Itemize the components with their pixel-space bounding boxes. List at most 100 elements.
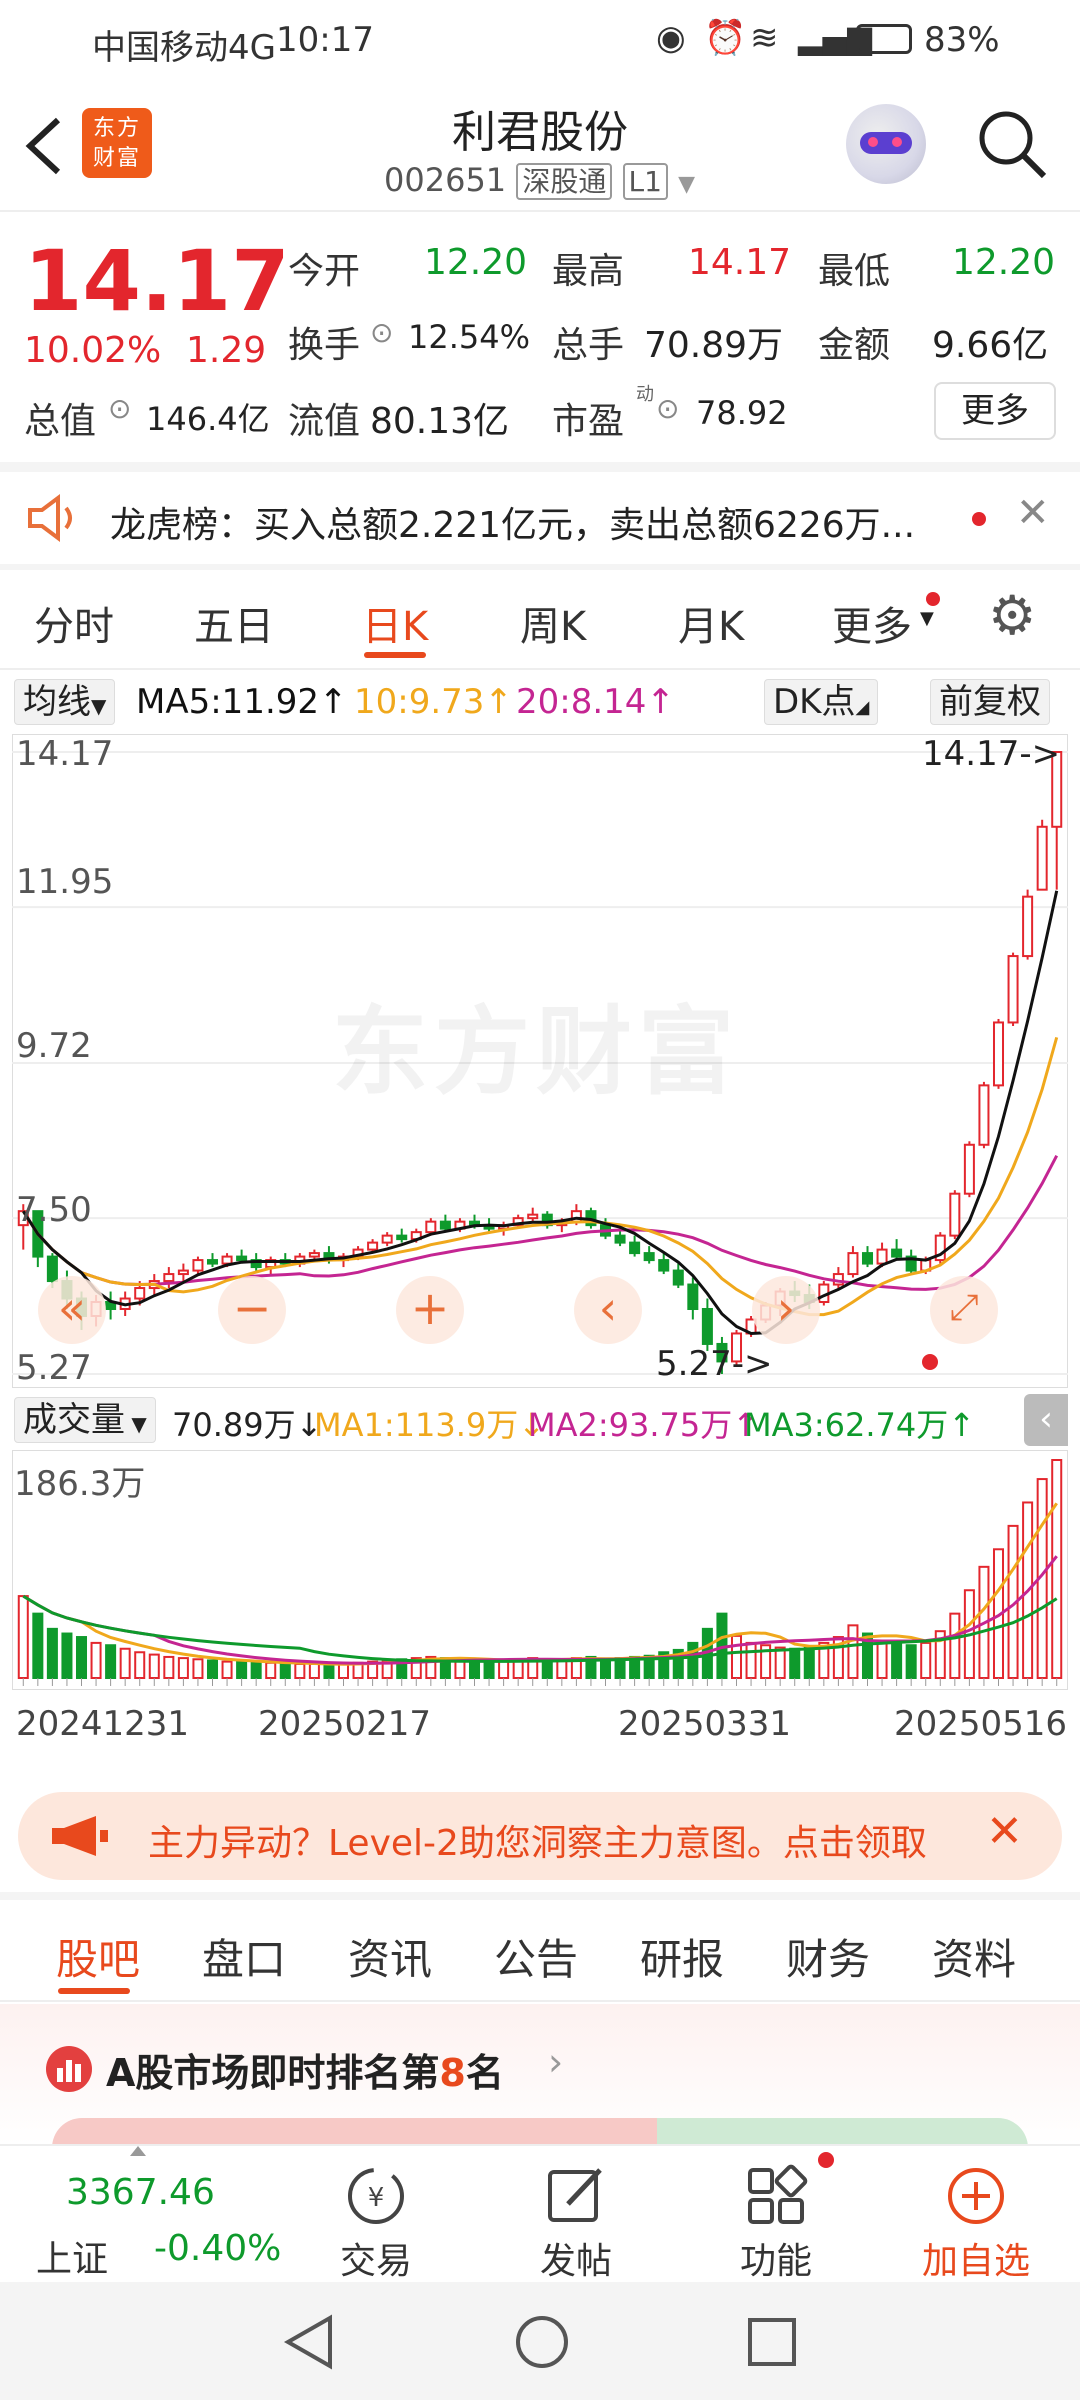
candle-body: [236, 1255, 248, 1262]
tab-orderbook[interactable]: 盘口: [202, 1926, 286, 1987]
max-price-marker: 14.17->: [922, 734, 1061, 774]
level2-banner[interactable]: 主力异动？Level-2助您洞察主力意图。点击领取 ✕: [18, 1792, 1062, 1880]
candle-body: [425, 1220, 437, 1234]
tab-news[interactable]: 资讯: [348, 1926, 432, 1987]
caret-down-icon: ▼: [91, 694, 107, 718]
caret-down-icon[interactable]: ▼: [678, 172, 695, 197]
rank-card[interactable]: A股市场即时排名第8名 ›: [0, 2004, 1080, 2148]
volume-y-label: 186.3万: [14, 1464, 146, 1504]
megaphone-icon: [52, 1816, 108, 1856]
nav-recents-icon[interactable]: [744, 2314, 800, 2370]
svg-text:¥: ¥: [368, 2183, 385, 2213]
tab-weekly-k[interactable]: 周K: [520, 594, 586, 652]
scroll-right-icon[interactable]: ›: [752, 1276, 820, 1344]
volume-chart[interactable]: 186.3万: [12, 1450, 1068, 1690]
level-tag: L1: [622, 163, 668, 200]
tab-announcements[interactable]: 公告: [494, 1926, 578, 1987]
eye-icon: ◉: [656, 18, 686, 58]
candle-body: [614, 1234, 626, 1244]
tab-profile[interactable]: 资料: [932, 1926, 1016, 1987]
turnover-value: 12.54%: [408, 318, 531, 356]
carrier-text: 中国移动4G: [92, 28, 276, 68]
tab-intraday[interactable]: 分时: [34, 594, 114, 652]
ma-selector[interactable]: 均线▼: [14, 679, 116, 725]
candle-body: [658, 1259, 670, 1272]
volume-bar: [949, 1612, 961, 1679]
kline-chart[interactable]: 东方财富 14.17 11.95 9.72 7.50 5.27 14.17-> …: [12, 734, 1068, 1388]
info-icon[interactable]: ⊙: [370, 316, 393, 349]
fullscreen-icon[interactable]: ⤢: [930, 1276, 998, 1344]
dk-label: DK点: [773, 682, 856, 722]
volume-bar: [891, 1641, 903, 1679]
corner-icon: ◢: [855, 697, 870, 718]
tab-research[interactable]: 研报: [640, 1926, 724, 1987]
candle-body: [381, 1234, 393, 1244]
zoom-in-icon[interactable]: +: [396, 1276, 464, 1344]
volume-bar: [148, 1653, 160, 1680]
nav-back-icon[interactable]: [282, 2312, 338, 2372]
rank-text: A股市场即时排名第8名: [106, 2042, 504, 2097]
tab-five-day[interactable]: 五日: [194, 594, 274, 652]
tab-more[interactable]: 更多: [832, 594, 912, 652]
ma-legend: 均线▼ MA5:11.92↑ 10:9.73↑ 20:8.14↑ DK点◢ 前复…: [0, 676, 1080, 728]
low-value: 12.20: [952, 242, 1056, 283]
sgt-tag: 深股通: [516, 163, 613, 200]
chart-tabs: 分时 五日 日K 周K 月K 更多 ▼ ⚙: [0, 570, 1080, 670]
volume-bar: [265, 1661, 277, 1680]
quote-row-1: 今开: [288, 242, 360, 294]
date-label: 20250331: [618, 1704, 792, 1744]
volume-bar: [847, 1624, 859, 1680]
more-button[interactable]: 更多: [934, 382, 1056, 440]
gear-icon[interactable]: ⚙: [988, 584, 1036, 647]
grid-icon: [748, 2164, 808, 2224]
divider: [0, 462, 1080, 472]
scroll-left-icon[interactable]: ‹: [574, 1276, 642, 1344]
volume-bar: [294, 1662, 306, 1679]
dk-point-button[interactable]: DK点◢: [764, 679, 879, 725]
functions-button[interactable]: 功能: [676, 2146, 876, 2284]
candle-body: [992, 1021, 1005, 1087]
app-logo[interactable]: 东方财富: [82, 108, 152, 178]
candle-body: [978, 1084, 990, 1146]
index-ticker[interactable]: 3367.46 上证 -0.40%: [0, 2146, 290, 2284]
unread-dot: [818, 2152, 834, 2168]
stock-code-row: 002651 深股通 L1 ▼: [384, 160, 695, 200]
volume-bar: [803, 1645, 815, 1679]
tab-monthly-k[interactable]: 月K: [678, 594, 744, 652]
volume-selector[interactable]: 成交量 ▼: [14, 1397, 156, 1443]
volume-selector-label: 成交量: [23, 1400, 125, 1440]
turnover-label: 换手: [288, 325, 361, 366]
trade-button[interactable]: ¥ 交易: [276, 2146, 476, 2284]
caret-down-icon: ▼: [125, 1412, 147, 1436]
nav-home-icon[interactable]: [512, 2312, 572, 2372]
wifi-icon: ≋: [750, 18, 779, 58]
candle-body: [1036, 825, 1048, 891]
close-icon[interactable]: ✕: [1016, 490, 1050, 536]
volume-bar: [730, 1634, 743, 1679]
chevron-left-icon[interactable]: [22, 114, 66, 178]
ma10-text: 10:9.73↑: [354, 682, 513, 722]
mktcap-value: 146.4亿: [146, 400, 270, 438]
volume-bar: [789, 1647, 801, 1679]
post-button[interactable]: 发帖: [476, 2146, 676, 2284]
watermark: 东方财富: [332, 996, 740, 1108]
volume-bar: [75, 1636, 88, 1680]
scroll-left-fast-icon[interactable]: «: [38, 1276, 106, 1344]
notice-bar[interactable]: 龙虎榜：买入总额2.221亿元，卖出总额6226万... ✕: [0, 472, 1080, 564]
volume-bar: [279, 1662, 291, 1679]
system-nav-bar: [0, 2282, 1080, 2400]
info-icon[interactable]: ⊙: [656, 392, 679, 425]
adjust-button[interactable]: 前复权: [930, 679, 1050, 725]
info-icon[interactable]: ⊙: [108, 392, 131, 425]
zoom-out-icon[interactable]: −: [218, 1276, 286, 1344]
collapse-panel-icon[interactable]: ‹: [1024, 1394, 1068, 1446]
tab-daily-k[interactable]: 日K: [362, 594, 428, 652]
robot-assistant-icon[interactable]: [846, 104, 926, 184]
add-watchlist-button[interactable]: 加自选: [876, 2146, 1076, 2284]
caret-down-icon: ▼: [920, 608, 934, 629]
tab-financials[interactable]: 财务: [786, 1926, 870, 1987]
search-icon[interactable]: [976, 108, 1048, 180]
index-change: -0.40%: [154, 2228, 282, 2269]
close-icon[interactable]: ✕: [986, 1806, 1023, 1857]
tab-forum[interactable]: 股吧: [56, 1926, 140, 1987]
